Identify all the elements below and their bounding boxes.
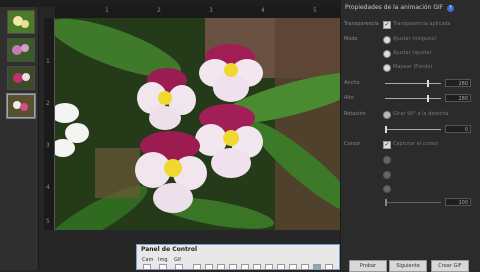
radio-button[interactable] (383, 111, 391, 119)
slider-handle[interactable] (427, 95, 429, 102)
tool-icon[interactable] (313, 264, 321, 270)
option-text: Capturar el cursor (393, 141, 439, 147)
radio-button[interactable] (383, 185, 391, 193)
tool-icon[interactable] (265, 264, 273, 270)
tool-icon[interactable] (253, 264, 261, 270)
image-canvas[interactable] (55, 18, 340, 230)
ruler-tick: 5 (46, 218, 50, 225)
orchid-photo (55, 18, 340, 230)
create-gif-button[interactable]: Crear GIF (431, 260, 469, 272)
rotation-slider[interactable] (385, 126, 441, 133)
thumbnail-4[interactable] (7, 94, 35, 118)
tool-icon[interactable] (217, 264, 225, 270)
slider-handle[interactable] (385, 126, 387, 133)
property-row (341, 155, 480, 165)
tool-icon[interactable] (205, 264, 213, 270)
ruler-tick: 3 (209, 7, 213, 14)
row-label: Rotación (344, 111, 366, 117)
height-value[interactable]: 280 (445, 94, 471, 102)
tab-gif[interactable]: Gif (174, 257, 181, 263)
property-row: 0 (341, 125, 480, 135)
ruler-tick: 1 (46, 58, 50, 65)
thumbnail-2[interactable] (7, 38, 35, 62)
control-panel: Panel de Control Cam Img Gif (136, 244, 340, 270)
help-icon[interactable]: ? (447, 5, 454, 12)
thumbnail-3[interactable] (7, 66, 35, 90)
vertical-ruler: 1 2 3 4 5 (44, 18, 55, 230)
option-text: Ajustar (ajuste) (393, 50, 432, 56)
option-text: Transparencia aplicada (393, 21, 451, 27)
property-row: Cursor ✓ Capturar el cursor (341, 140, 480, 150)
option-text: Girar 90° a la derecha (393, 111, 449, 117)
tool-icon[interactable] (229, 264, 237, 270)
image-icon[interactable] (159, 264, 167, 270)
slider-handle[interactable] (385, 199, 387, 206)
property-row (341, 170, 480, 180)
ruler-tick: 1 (105, 7, 109, 14)
ruler-tick: 2 (157, 7, 161, 14)
row-label: Modo (344, 36, 358, 42)
property-row: Ancho 280 (341, 79, 480, 89)
property-row (341, 184, 480, 194)
radio-button[interactable] (383, 156, 391, 164)
radio-button[interactable] (383, 171, 391, 179)
tool-icon[interactable] (193, 264, 201, 270)
tool-icon[interactable] (289, 264, 297, 270)
checkbox[interactable]: ✓ (383, 21, 391, 29)
height-slider[interactable] (385, 95, 441, 102)
checkbox[interactable]: ✓ (383, 141, 391, 149)
control-panel-title: Panel de Control (141, 246, 198, 253)
ruler-tick: 4 (261, 7, 265, 14)
option-text: Ajustar (ninguno) (393, 36, 437, 42)
rotation-value[interactable]: 0 (445, 125, 471, 133)
tool-icon[interactable] (277, 264, 285, 270)
slider-handle[interactable] (427, 80, 429, 87)
radio-button[interactable] (383, 64, 391, 72)
camera-icon[interactable] (143, 264, 151, 270)
tab-img[interactable]: Img (158, 257, 168, 263)
property-row: Modo Ajustar (ninguno) (341, 35, 480, 45)
thumbnail-sidebar (0, 7, 39, 270)
tool-icon[interactable] (301, 264, 309, 270)
option-text: Mapear (Fondo) (393, 64, 433, 70)
property-row: 100 (341, 198, 480, 208)
row-label: Ancho (344, 80, 360, 86)
ruler-tick: 4 (46, 184, 50, 191)
radio-button[interactable] (383, 36, 391, 44)
row-label: Alto (344, 95, 354, 101)
tab-cam[interactable]: Cam (142, 257, 153, 263)
ruler-tick: 3 (46, 142, 50, 149)
radio-button[interactable] (383, 50, 391, 58)
ruler-tick: 5 (313, 7, 317, 14)
ruler-tick: 2 (46, 100, 50, 107)
row-label: Transparencia (344, 21, 379, 27)
tool-icon[interactable] (325, 264, 333, 270)
property-row: Alto 280 (341, 94, 480, 104)
thumbnail-1[interactable] (7, 10, 35, 34)
cursor-value[interactable]: 100 (445, 198, 471, 206)
property-row: Ajustar (ajuste) (341, 49, 480, 59)
tool-icon[interactable] (241, 264, 249, 270)
next-button[interactable]: Siguiente (389, 260, 427, 272)
preview-button[interactable]: Probar (349, 260, 387, 272)
row-label: Cursor (344, 141, 361, 147)
gif-icon[interactable] (175, 264, 183, 270)
property-row: Mapear (Fondo) (341, 63, 480, 73)
property-row: Rotación Girar 90° a la derecha (341, 110, 480, 120)
cursor-slider[interactable] (385, 199, 441, 206)
panel-title: Propiedades de la animación GIF (345, 4, 444, 11)
width-slider[interactable] (385, 80, 441, 87)
property-row: Transparencia ✓ Transparencia aplicada (341, 20, 480, 30)
properties-panel: Propiedades de la animación GIF ? Transp… (340, 0, 480, 272)
width-value[interactable]: 280 (445, 79, 471, 87)
